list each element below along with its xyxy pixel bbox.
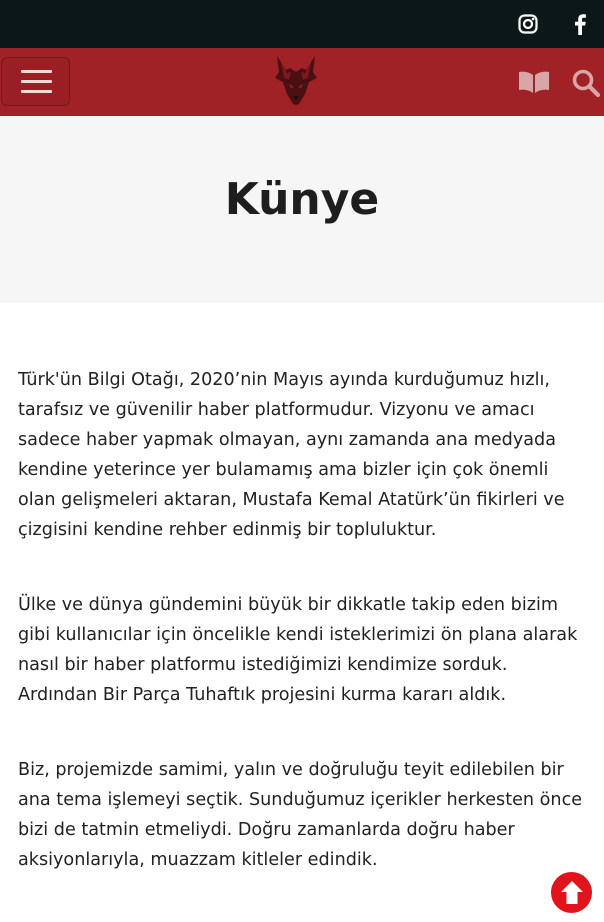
hamburger-menu-icon-bar xyxy=(21,80,52,83)
scroll-to-top-button[interactable] xyxy=(551,872,592,913)
content-paragraph: Ülke ve dünya gündemini büyük bir dikkat… xyxy=(18,595,578,705)
arrow-up-circle-icon xyxy=(560,880,583,904)
page-header: Künye xyxy=(0,116,604,303)
hamburger-menu-icon-bar xyxy=(21,90,52,93)
article-content: Türk'ün Bilgi Otağı, 2020’nin Mayıs ayın… xyxy=(18,365,590,920)
page-title: Künye xyxy=(224,174,380,225)
search-icon[interactable] xyxy=(571,68,601,98)
hamburger-menu-icon-bar xyxy=(21,70,52,73)
content-paragraph: Türk'ün Bilgi Otağı, 2020’nin Mayıs ayın… xyxy=(18,370,565,540)
facebook-icon[interactable] xyxy=(567,11,593,37)
top-bar xyxy=(0,0,604,48)
wolf-head-logo[interactable] xyxy=(269,54,323,106)
open-book-icon[interactable] xyxy=(518,70,550,94)
hamburger-menu-button[interactable] xyxy=(1,57,70,106)
content-paragraph: Biz, projemizde samimi, yalın ve doğrulu… xyxy=(18,760,583,870)
main-navbar xyxy=(0,48,604,116)
instagram-icon[interactable] xyxy=(515,11,541,37)
